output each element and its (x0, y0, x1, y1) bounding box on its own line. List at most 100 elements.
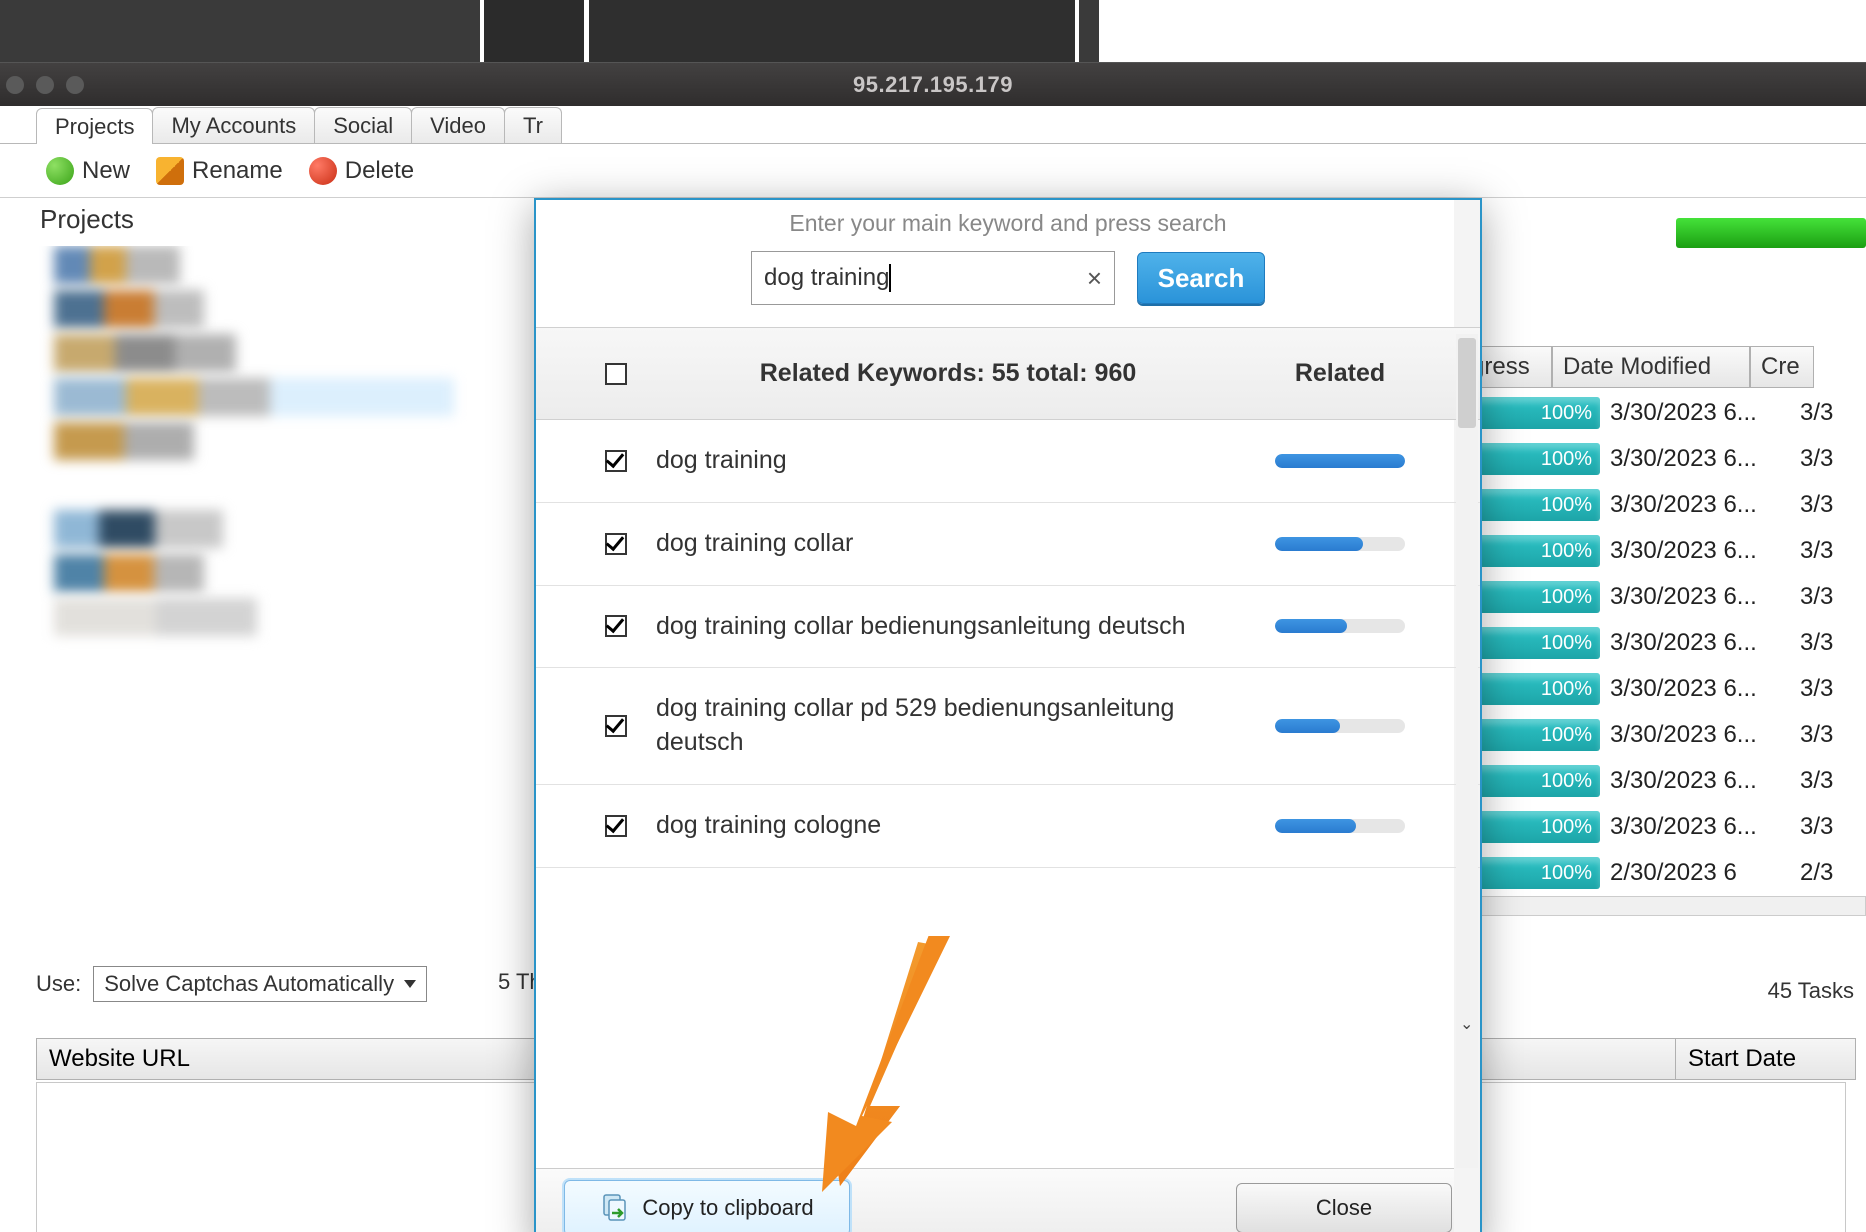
macos-menubar-strip (0, 0, 1866, 62)
close-button[interactable]: Close (1236, 1183, 1452, 1232)
keyword-row[interactable]: dog training (536, 420, 1480, 503)
window-traffic-lights[interactable] (6, 76, 84, 94)
results-count-label: Related Keywords: 55 total: 960 (656, 359, 1240, 388)
grid-rows: 100%3/30/2023 6...3/3100%3/30/2023 6...3… (1460, 390, 1866, 896)
col-created[interactable]: Cre (1750, 346, 1814, 388)
col-date-modified[interactable]: Date Modified (1552, 346, 1750, 388)
new-label: New (82, 157, 130, 185)
grid-row[interactable]: 100%3/30/2023 6...3/3 (1460, 620, 1866, 666)
search-button-label: Search (1158, 263, 1245, 294)
created-cell: 3/3 (1800, 675, 1850, 703)
created-cell: 3/3 (1800, 537, 1850, 565)
brand-logo-strip (1676, 218, 1866, 248)
keyword-text: dog training (656, 444, 1240, 478)
date-cell: 3/30/2023 6... (1610, 491, 1800, 519)
close-window-dot[interactable] (6, 76, 24, 94)
rename-label: Rename (192, 157, 283, 185)
tab-my-accounts[interactable]: My Accounts (152, 107, 315, 143)
results-header: Related Keywords: 55 total: 960 Related (536, 328, 1480, 420)
clipboard-export-icon (600, 1193, 630, 1223)
date-cell: 2/30/2023 6 (1610, 859, 1800, 887)
related-bar (1240, 454, 1440, 468)
new-button[interactable]: New (46, 157, 130, 185)
date-cell: 3/30/2023 6... (1610, 583, 1800, 611)
created-cell: 3/3 (1800, 583, 1850, 611)
text-caret (889, 264, 891, 292)
zoom-window-dot[interactable] (66, 76, 84, 94)
related-bar (1240, 537, 1440, 551)
related-bar (1240, 619, 1440, 633)
results-list: dog training dog training collar dog train… (536, 420, 1480, 1168)
col-start-date[interactable]: Start Date (1676, 1038, 1856, 1080)
row-checkbox[interactable] (605, 615, 627, 637)
tab-tr[interactable]: Tr (504, 107, 562, 143)
clear-input-icon[interactable]: × (1087, 263, 1102, 294)
keyword-row[interactable]: dog training collar bedienungsanleitung … (536, 586, 1480, 669)
grid-row[interactable]: 100%3/30/2023 6...3/3 (1460, 758, 1866, 804)
keyword-search-input[interactable]: dog training × (751, 251, 1115, 305)
grid-row[interactable]: 100%3/30/2023 6...3/3 (1460, 712, 1866, 758)
minimize-window-dot[interactable] (36, 76, 54, 94)
grid-row[interactable]: 100%3/30/2023 6...3/3 (1460, 804, 1866, 850)
grid-hscroll[interactable] (1460, 896, 1866, 916)
plus-icon (46, 157, 74, 185)
date-cell: 3/30/2023 6... (1610, 629, 1800, 657)
keyword-row[interactable]: dog training cologne (536, 785, 1480, 868)
grid-row[interactable]: 100%3/30/2023 6...3/3 (1460, 574, 1866, 620)
chevron-down-icon[interactable]: ⌄ (1460, 1014, 1473, 1034)
grid-row[interactable]: 100%3/30/2023 6...3/3 (1460, 390, 1866, 436)
modal-vscroll[interactable]: ⌄ (1456, 334, 1478, 1168)
date-cell: 3/30/2023 6... (1610, 537, 1800, 565)
grid-header-row: gress Date Modified Cre (1460, 346, 1814, 388)
pencil-icon (156, 157, 184, 185)
created-cell: 3/3 (1800, 813, 1850, 841)
keyword-text: dog training cologne (656, 809, 1240, 843)
keyword-search-value: dog training (764, 264, 1087, 293)
x-icon (309, 157, 337, 185)
chevron-down-icon (404, 980, 416, 988)
modal-footer: Copy to clipboard Close (536, 1168, 1480, 1232)
tasks-count-label: 45 Tasks (1768, 978, 1854, 1004)
projects-list[interactable] (36, 246, 536, 906)
created-cell: 3/3 (1800, 399, 1850, 427)
modal-instruction: Enter your main keyword and press search (556, 210, 1460, 237)
grid-row[interactable]: 100%3/30/2023 6...3/3 (1460, 528, 1866, 574)
select-all-checkbox[interactable] (605, 363, 627, 385)
created-cell: 3/3 (1800, 491, 1850, 519)
row-checkbox[interactable] (605, 715, 627, 737)
close-button-label: Close (1316, 1195, 1372, 1221)
keyword-research-modal: Enter your main keyword and press search… (534, 198, 1482, 1232)
date-cell: 3/30/2023 6... (1610, 399, 1800, 427)
row-checkbox[interactable] (605, 533, 627, 555)
use-label: Use: (36, 971, 81, 997)
captcha-select[interactable]: Solve Captchas Automatically (93, 966, 427, 1002)
grid-row[interactable]: 100%3/30/2023 6...3/3 (1460, 482, 1866, 528)
tab-social[interactable]: Social (314, 107, 412, 143)
rename-button[interactable]: Rename (156, 157, 283, 185)
keyword-text: dog training collar pd 529 bedienungsanl… (656, 692, 1240, 760)
keyword-row[interactable]: dog training collar pd 529 bedienungsanl… (536, 668, 1480, 785)
search-button[interactable]: Search (1137, 252, 1265, 304)
keyword-text: dog training collar (656, 527, 1240, 561)
tab-video[interactable]: Video (411, 107, 505, 143)
delete-label: Delete (345, 157, 414, 185)
window-title-bar: 95.217.195.179 (0, 62, 1866, 106)
modal-scroll-thumb[interactable] (1458, 338, 1476, 428)
created-cell: 3/3 (1800, 445, 1850, 473)
copy-to-clipboard-button[interactable]: Copy to clipboard (564, 1180, 850, 1232)
row-checkbox[interactable] (605, 815, 627, 837)
grid-row[interactable]: 100%3/30/2023 6...3/3 (1460, 666, 1866, 712)
copy-button-label: Copy to clipboard (642, 1195, 813, 1221)
delete-button[interactable]: Delete (309, 157, 414, 185)
project-toolbar: New Rename Delete (0, 144, 1866, 198)
created-cell: 2/3 (1800, 859, 1850, 887)
grid-row[interactable]: 100%2/30/2023 62/3 (1460, 850, 1866, 896)
tab-projects[interactable]: Projects (36, 108, 153, 144)
row-checkbox[interactable] (605, 450, 627, 472)
date-cell: 3/30/2023 6... (1610, 721, 1800, 749)
col-related: Related (1240, 359, 1440, 388)
keyword-row[interactable]: dog training collar (536, 503, 1480, 586)
related-bar (1240, 819, 1440, 833)
grid-row[interactable]: 100%3/30/2023 6...3/3 (1460, 436, 1866, 482)
main-tab-row: ProjectsMy AccountsSocialVideoTr (0, 106, 1866, 144)
